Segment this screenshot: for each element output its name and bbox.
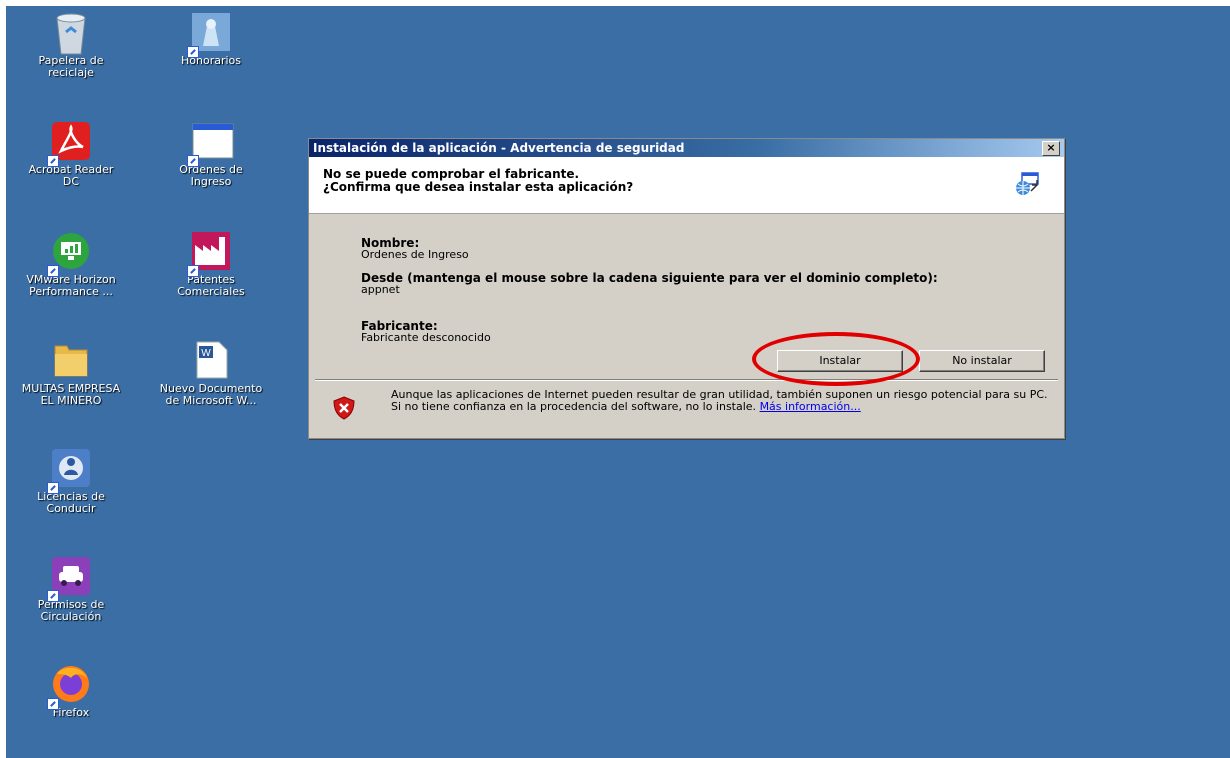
from-field: Desde (mantenga el mouse sobre la cadena…: [361, 272, 1001, 296]
name-value: Ordenes de Ingreso: [361, 248, 469, 261]
firefox-shortcut[interactable]: Firefox: [16, 664, 126, 719]
shortcut-arrow-icon: [47, 155, 59, 167]
shortcut-arrow-icon: [47, 590, 59, 602]
nuevo-documento-word[interactable]: W Nuevo Documento de Microsoft W...: [156, 340, 266, 407]
factory-icon: [187, 231, 231, 277]
recycle-bin-icon: [51, 12, 91, 55]
dialog-header: No se puede comprobar el fabricante. ¿Co…: [309, 157, 1064, 214]
shortcut-arrow-icon: [47, 698, 59, 710]
from-label: Desde (mantenga el mouse sobre la cadena…: [361, 271, 938, 285]
icon-label: MULTAS EMPRESA EL MINERO: [21, 382, 121, 407]
dialog-separator: [315, 379, 1058, 381]
publisher-value: Fabricante desconocido: [361, 331, 491, 344]
driver-license-icon: [47, 448, 91, 494]
icon-label: Permisos de Circulación: [37, 598, 105, 623]
shortcut-arrow-icon: [187, 46, 199, 58]
application-window-icon: [187, 121, 234, 167]
security-warning-dialog: Instalación de la aplicación - Advertenc…: [308, 138, 1065, 439]
dialog-titlebar[interactable]: Instalación de la aplicación - Advertenc…: [309, 139, 1064, 157]
licencias-conducir-shortcut[interactable]: Licencias de Conducir: [16, 448, 126, 515]
name-field: Nombre: Ordenes de Ingreso: [361, 237, 469, 261]
dont-install-button[interactable]: No instalar: [919, 350, 1045, 372]
annotation-circle: [752, 332, 920, 386]
patentes-comerciales-shortcut[interactable]: Patentes Comerciales: [156, 231, 266, 298]
publisher-field: Fabricante: Fabricante desconocido: [361, 320, 491, 344]
acrobat-reader-shortcut[interactable]: Acrobat Reader DC: [16, 121, 126, 188]
from-value[interactable]: appnet: [361, 283, 400, 296]
shortcut-arrow-icon: [187, 155, 199, 167]
icon-label: Acrobat Reader DC: [28, 163, 114, 188]
shortcut-arrow-icon: [47, 482, 59, 494]
honorarios-icon: [187, 12, 231, 58]
folder-icon: [51, 340, 91, 380]
icon-label: Papelera de reciclaje: [38, 54, 104, 79]
multas-empresa-folder[interactable]: MULTAS EMPRESA EL MINERO: [16, 340, 126, 407]
install-app-icon: [1014, 171, 1040, 197]
header-line-2: ¿Confirma que desea instalar esta aplica…: [323, 180, 634, 194]
dialog-title: Instalación de la aplicación - Advertenc…: [313, 141, 685, 155]
svg-text:W: W: [201, 348, 211, 359]
close-button[interactable]: ×: [1042, 141, 1060, 156]
vmware-performance-icon: [47, 231, 91, 277]
word-document-icon: W: [191, 340, 231, 380]
acrobat-icon: [47, 121, 91, 167]
warning-text: Aunque las aplicaciones de Internet pued…: [391, 388, 1048, 413]
ordenes-ingreso-shortcut[interactable]: Ordenes de Ingreso: [156, 121, 266, 188]
recycle-bin-shortcut[interactable]: Papelera de reciclaje: [16, 12, 126, 79]
warning-message: Aunque las aplicaciones de Internet pued…: [391, 389, 1051, 413]
icon-label: Ordenes de Ingreso: [179, 163, 243, 188]
shortcut-arrow-icon: [187, 265, 199, 277]
shortcut-arrow-icon: [47, 265, 59, 277]
firefox-icon: [47, 664, 91, 710]
icon-label: Patentes Comerciales: [177, 273, 245, 298]
vmware-horizon-shortcut[interactable]: VMware Horizon Performance ...: [16, 231, 126, 298]
icon-label: Nuevo Documento de Microsoft W...: [159, 382, 263, 407]
permisos-circulacion-shortcut[interactable]: Permisos de Circulación: [16, 556, 126, 623]
car-icon: [47, 556, 91, 602]
security-shield-icon: [333, 396, 355, 420]
icon-label: Firefox: [52, 706, 90, 719]
honorarios-shortcut[interactable]: Honorarios: [156, 12, 266, 67]
header-question: No se puede comprobar el fabricante. ¿Co…: [323, 168, 633, 194]
icon-label: Licencias de Conducir: [37, 490, 105, 515]
more-info-link[interactable]: Más información...: [760, 400, 861, 413]
icon-label: VMware Horizon Performance ...: [26, 273, 116, 298]
icon-label: Honorarios: [180, 54, 241, 67]
